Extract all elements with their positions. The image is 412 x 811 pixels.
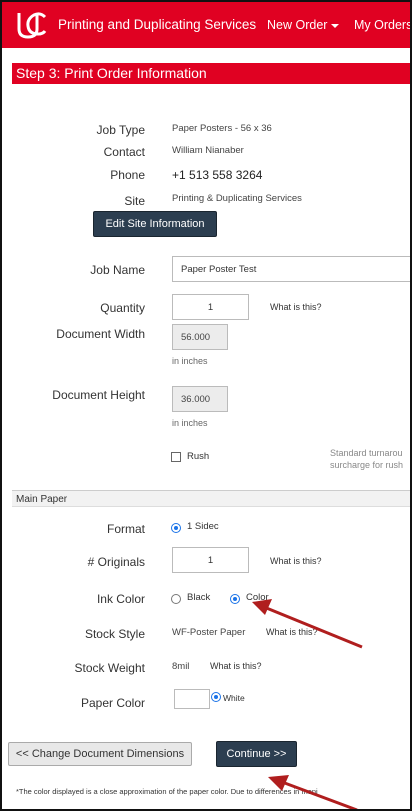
ink-color-radio[interactable] <box>230 594 240 604</box>
stock-style-label: Stock Style <box>84 627 145 641</box>
app-frame: Printing and Duplicating Services New Or… <box>0 0 412 811</box>
chevron-down-icon <box>331 23 340 28</box>
quantity-label: Quantity <box>100 301 145 315</box>
ink-color-option-label: Color <box>246 592 269 603</box>
rush-note-line2: surcharge for rush <box>330 460 404 470</box>
format-value: 1 Sidec <box>187 521 219 532</box>
continue-button[interactable]: Continue >> <box>216 741 297 767</box>
site-label: Site <box>124 194 145 208</box>
job-type-value: Paper Posters - 56 x 36 <box>172 123 272 134</box>
new-order-menu[interactable]: New Order <box>267 18 340 32</box>
document-width-input: 56.000 <box>172 324 228 350</box>
contact-label: Contact <box>103 145 145 159</box>
rush-checkbox[interactable] <box>171 452 181 462</box>
originals-label: # Originals <box>87 555 145 569</box>
originals-help-link[interactable]: What is this? <box>270 556 322 566</box>
my-orders-link[interactable]: My Orders <box>354 18 410 32</box>
ink-color-label: Ink Color <box>96 592 145 606</box>
quantity-input[interactable]: 1 <box>172 294 249 320</box>
edit-site-button[interactable]: Edit Site Information <box>93 211 217 237</box>
document-width-label: Document Width <box>56 327 145 341</box>
stock-weight-help-link[interactable]: What is this? <box>210 661 262 671</box>
site-value: Printing & Duplicating Services <box>172 193 302 204</box>
uc-logo-icon[interactable] <box>14 9 48 41</box>
phone-label: Phone <box>110 168 145 182</box>
brand-title[interactable]: Printing and Duplicating Services <box>58 17 256 32</box>
document-width-unit: in inches <box>172 356 208 366</box>
job-type-label: Job Type <box>96 123 145 137</box>
top-navbar: Printing and Duplicating Services New Or… <box>2 2 410 48</box>
paper-color-label: Paper Color <box>80 696 145 710</box>
rush-note-line1: Standard turnarou <box>330 448 403 458</box>
document-height-unit: in inches <box>172 418 208 428</box>
phone-value: +1 513 558 3264 <box>172 168 263 182</box>
main-paper-section-header: Main Paper <box>12 490 410 507</box>
originals-input[interactable]: 1 <box>172 547 249 573</box>
stock-weight-label: Stock Weight <box>74 661 145 675</box>
contact-value: William Nianaber <box>172 145 244 156</box>
paper-color-value: White <box>223 693 245 703</box>
step-title: Step 3: Print Order Information <box>12 63 410 84</box>
document-height-label: Document Height <box>52 388 145 402</box>
quantity-help-link[interactable]: What is this? <box>270 302 322 312</box>
rush-label: Rush <box>187 451 210 462</box>
format-label: Format <box>106 522 145 536</box>
change-dimensions-button[interactable]: << Change Document Dimensions <box>8 742 192 766</box>
paper-color-swatch[interactable] <box>174 689 210 709</box>
job-name-input[interactable]: Paper Poster Test <box>172 256 410 282</box>
stock-style-help-link[interactable]: What is this? <box>266 627 318 637</box>
paper-color-radio[interactable] <box>211 692 221 702</box>
stock-weight-value: 8mil <box>172 661 190 672</box>
footnote-text: *The color displayed is a close approxim… <box>16 787 318 796</box>
format-radio[interactable] <box>171 523 181 533</box>
ink-black-label: Black <box>187 592 211 603</box>
document-height-input: 36.000 <box>172 386 228 412</box>
ink-black-radio[interactable] <box>171 594 181 604</box>
new-order-label: New Order <box>267 18 328 32</box>
job-name-label: Job Name <box>90 263 145 277</box>
stock-style-value: WF-Poster Paper <box>172 627 246 638</box>
